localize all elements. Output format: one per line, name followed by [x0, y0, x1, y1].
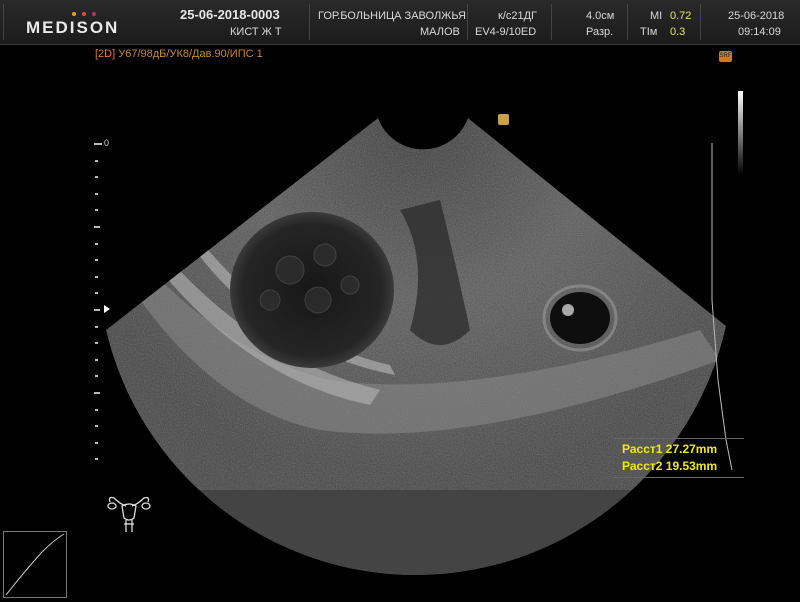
measurement-row: Расст1 27.27mm — [622, 441, 717, 458]
scan-sector — [106, 118, 726, 576]
depth-zero-label: 0 — [104, 138, 110, 148]
measurement-label: Расст1 — [622, 442, 663, 456]
measurement-value: 27.27mm — [665, 442, 718, 456]
focus-marker[interactable] — [104, 305, 110, 313]
depth-ruler — [94, 143, 110, 460]
measurement-label: Расст2 — [622, 459, 663, 473]
tgc-curve-box — [3, 531, 67, 598]
tgc-curve-icon — [5, 533, 65, 596]
measurement-row: Расст2 19.53mm — [622, 458, 717, 475]
tgc-line — [711, 143, 733, 471]
uterus-icon — [107, 496, 151, 532]
orientation-marker — [498, 114, 509, 125]
grayscale-bar — [738, 91, 743, 175]
measurement-value: 19.53mm — [665, 459, 718, 473]
srf-marker: SRF — [719, 51, 732, 62]
measurement-results: Расст1 27.27mm Расст2 19.53mm — [622, 441, 717, 475]
